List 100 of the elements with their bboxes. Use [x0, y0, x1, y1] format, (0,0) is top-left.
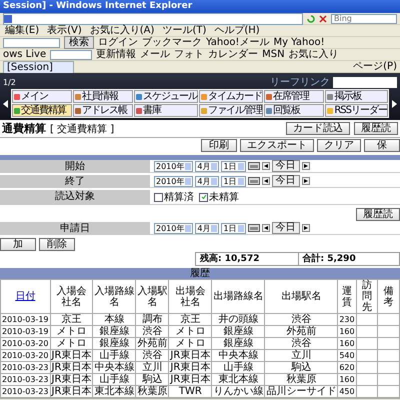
table-cell: 銀座線	[92, 338, 136, 350]
nav-button[interactable]: RSSリーダー	[325, 104, 388, 117]
link-button[interactable]: カレンダー	[208, 49, 258, 60]
today-button[interactable]: 今日	[272, 175, 300, 187]
nav-button[interactable]: 在席管理	[264, 90, 324, 103]
column-header: 訪問先	[356, 280, 378, 314]
checkbox-label: 未精算	[209, 190, 239, 204]
month-select[interactable]: 4月	[195, 176, 220, 186]
table-cell: JR東日本	[50, 362, 93, 374]
action-button[interactable]: 履歴読	[354, 122, 398, 135]
next-icon[interactable]	[391, 100, 397, 108]
day-select[interactable]: 1日	[221, 176, 246, 186]
next-icon[interactable]	[302, 177, 310, 185]
window-title: Session] - Windows Internet Explorer	[0, 0, 400, 13]
table-cell: 中央本線	[92, 362, 136, 374]
table-cell: 調布	[136, 314, 169, 326]
column-header: 入場駅名	[136, 280, 169, 314]
link-button[interactable]: 更新情報	[96, 49, 136, 60]
table-title: 履歴	[0, 268, 400, 279]
action-button[interactable]: 保	[364, 139, 400, 152]
nav-button[interactable]: メイン	[12, 90, 72, 103]
table-cell: 620	[338, 362, 356, 374]
previous-icon[interactable]	[262, 224, 270, 232]
month-select[interactable]: 4月	[195, 222, 220, 234]
day-select[interactable]: 1日	[221, 160, 246, 172]
table-cell: 540	[338, 350, 356, 362]
toolbar-button[interactable]: My Yahoo!	[273, 37, 325, 48]
next-icon[interactable]	[302, 162, 310, 170]
field-label: 読込対象	[0, 190, 150, 205]
column-header: 出場駅名	[264, 280, 338, 314]
nav-button[interactable]: タイムカード	[199, 90, 264, 103]
table-cell: 本線	[92, 314, 136, 326]
toolbar-label: ows Live	[3, 49, 46, 60]
year-select[interactable]: 2010年	[154, 160, 194, 172]
search-button[interactable]: 検索	[64, 36, 94, 49]
table-cell: 2010-03-20	[0, 350, 50, 362]
menu-item[interactable]: ツール(T)	[160, 25, 208, 36]
balance-text: 残高: 10,572	[198, 253, 260, 265]
nav-button[interactable]: アドレス帳	[73, 104, 134, 117]
toolbar-button[interactable]: ブックマーク	[142, 37, 202, 48]
field-label: 開始	[0, 160, 150, 173]
list-button[interactable]: 加	[0, 238, 36, 251]
previous-icon[interactable]	[3, 100, 9, 108]
nav-button[interactable]: 回覧板	[264, 104, 324, 117]
checkbox[interactable]	[154, 192, 163, 202]
menu-item[interactable]: 表示(V)	[45, 25, 84, 36]
calendar-icon[interactable]	[248, 177, 260, 185]
nav-button[interactable]: スケジュール	[134, 90, 198, 103]
link-button[interactable]: お気に入り	[288, 49, 339, 60]
link-button[interactable]: メール	[140, 49, 170, 60]
action-button[interactable]: クリア	[317, 139, 361, 152]
action-button[interactable]: 印刷	[201, 139, 237, 152]
table-cell: JR東日本	[168, 374, 212, 386]
table-cell: 中央本線	[212, 350, 265, 362]
checkbox[interactable]	[199, 192, 208, 202]
previous-icon[interactable]	[262, 162, 270, 170]
column-header[interactable]: 日付	[0, 280, 50, 314]
toolbar-button[interactable]: Yahoo!メール	[206, 37, 270, 48]
nav-button[interactable]: 掲示板	[325, 90, 388, 103]
calendar-icon[interactable]	[248, 224, 260, 232]
table-cell: 京王	[168, 314, 212, 326]
action-button[interactable]: カード読込	[286, 122, 350, 135]
today-button[interactable]: 今日	[272, 160, 300, 172]
list-button[interactable]: 削除	[39, 238, 75, 251]
link-button[interactable]: MSN	[262, 49, 285, 60]
previous-icon[interactable]	[262, 177, 270, 185]
search-field[interactable]	[3, 38, 60, 48]
nav-button[interactable]: 書庫	[134, 104, 198, 117]
table-cell: 山手線	[92, 374, 136, 386]
search-field[interactable]	[50, 50, 92, 60]
menu-item[interactable]: ヘルプ(H)	[212, 25, 262, 36]
nav-button[interactable]: 社員情報	[73, 90, 134, 103]
menu-item[interactable]: お気に入り(A)	[88, 25, 156, 36]
today-button[interactable]: 今日	[272, 222, 300, 234]
nav-button[interactable]: 交通費精算	[12, 104, 72, 117]
table-cell: 2010-03-19	[0, 314, 50, 326]
field-label: 終了	[0, 175, 150, 188]
table-cell: 秋葉原	[264, 374, 338, 386]
table-cell: 京王	[50, 314, 93, 326]
browser-tab[interactable]: [Session]	[3, 60, 74, 72]
close-icon[interactable]	[319, 14, 327, 22]
calendar-icon[interactable]	[248, 162, 260, 170]
column-header: 運賃	[338, 280, 356, 314]
month-select[interactable]: 4月	[195, 160, 220, 172]
load-button[interactable]: 履歴読	[356, 208, 400, 221]
command-button[interactable]: ページ(P)	[353, 61, 397, 72]
link-field[interactable]	[333, 76, 397, 88]
next-icon[interactable]	[302, 224, 310, 232]
year-select[interactable]: 2010年	[154, 222, 194, 234]
menu-item[interactable]: 編集(E)	[3, 25, 42, 36]
table-cell: 銀座線	[92, 326, 136, 338]
year-select[interactable]: 2010年	[154, 176, 194, 186]
table-cell: 渋谷	[136, 350, 169, 362]
address-field[interactable]	[3, 12, 303, 24]
day-select[interactable]: 1日	[221, 222, 246, 234]
link-button[interactable]: フォト	[174, 49, 204, 60]
toolbar-button[interactable]: ログイン	[98, 37, 138, 48]
nav-button[interactable]: ファイル管理	[199, 104, 264, 117]
search-field[interactable]: Bing	[331, 14, 397, 24]
action-button[interactable]: エクスポート	[240, 139, 314, 152]
